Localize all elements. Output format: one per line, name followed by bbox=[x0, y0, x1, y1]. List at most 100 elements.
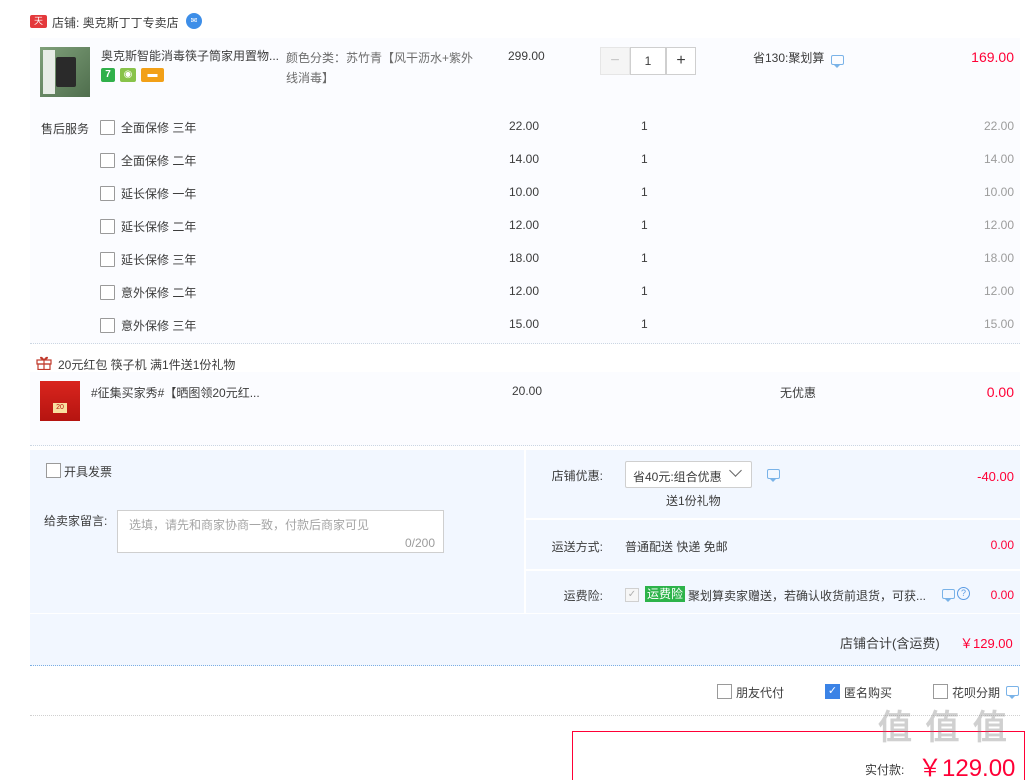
insurance-checkbox: ✓ bbox=[625, 588, 639, 602]
seven-day-return-icon: 7 bbox=[101, 68, 115, 82]
shop-total-label: 店铺合计(含运费) bbox=[840, 636, 940, 651]
service-total: 22.00 bbox=[983, 119, 1014, 133]
service-total: 14.00 bbox=[983, 152, 1014, 166]
message-char-count: 0/200 bbox=[405, 536, 436, 550]
gift-thumbnail[interactable]: 20 bbox=[40, 381, 80, 421]
gift-promo: 无优惠 bbox=[780, 386, 817, 400]
service-name[interactable]: 延长保修 二年 bbox=[121, 218, 196, 235]
divider bbox=[526, 518, 1020, 520]
service-quantity: 1 bbox=[641, 251, 648, 265]
gift-total: 0.00 bbox=[986, 384, 1014, 400]
service-quantity: 1 bbox=[641, 152, 648, 166]
huabei-checkbox[interactable] bbox=[933, 684, 948, 699]
service-total: 12.00 bbox=[983, 218, 1014, 232]
gift-title-link[interactable]: #征集买家秀#【晒图领20元红... bbox=[91, 384, 266, 401]
service-name[interactable]: 意外保修 二年 bbox=[121, 284, 196, 301]
wangwang-chat-icon[interactable]: ✉ bbox=[186, 13, 202, 29]
service-price: 12.00 bbox=[509, 218, 540, 232]
service-name[interactable]: 延长保修 一年 bbox=[121, 185, 196, 202]
service-quantity: 1 bbox=[641, 317, 648, 331]
service-quantity: 1 bbox=[641, 119, 648, 133]
service-price: 14.00 bbox=[509, 152, 540, 166]
shipping-method: 普通配送 快递 免邮 bbox=[625, 540, 728, 554]
product-thumbnail[interactable] bbox=[40, 47, 90, 97]
service-quantity: 1 bbox=[641, 185, 648, 199]
service-checkbox[interactable] bbox=[100, 252, 115, 267]
watermark: 值 值 值 bbox=[878, 709, 1009, 747]
service-row: 延长保修 一年 10.00 1 10.00 bbox=[100, 183, 1020, 203]
service-price: 10.00 bbox=[509, 185, 540, 199]
friend-pay-label[interactable]: 朋友代付 bbox=[736, 684, 784, 701]
service-row: 意外保修 二年 12.00 1 12.00 bbox=[100, 282, 1020, 302]
item-sku: 颜色分类：苏竹青【风干沥水+紫外线消毒】 bbox=[286, 51, 474, 85]
service-checkbox[interactable] bbox=[100, 318, 115, 333]
item-subtotal: 169.00 bbox=[971, 49, 1014, 65]
payment-label: 实付款: bbox=[865, 763, 905, 777]
gift-headline: 20元红包 筷子机 满1件送1份礼物 bbox=[58, 358, 236, 372]
anonymous-label[interactable]: 匿名购买 bbox=[844, 684, 892, 701]
gift-icon bbox=[36, 356, 52, 370]
item-title-link[interactable]: 奥克斯智能消毒筷子筒家用置物... bbox=[101, 48, 283, 64]
service-price: 18.00 bbox=[509, 251, 540, 265]
item-unit-price: 299.00 bbox=[508, 49, 545, 63]
message-label: 给卖家留言: bbox=[44, 514, 108, 528]
service-quantity: 1 bbox=[641, 218, 648, 232]
credit-card-icon: ▬ bbox=[141, 68, 164, 82]
shipping-label: 运送方式: bbox=[551, 540, 603, 554]
service-checkbox[interactable] bbox=[100, 219, 115, 234]
tmall-badge-icon: 天猫 bbox=[30, 15, 47, 39]
service-price: 15.00 bbox=[509, 317, 540, 331]
seller-message-placeholder: 选填，请先和商家协商一致，付款后商家可见 bbox=[129, 518, 370, 532]
service-row: 全面保修 三年 22.00 1 22.00 bbox=[100, 117, 1020, 137]
divider bbox=[526, 569, 1020, 571]
service-total: 18.00 bbox=[983, 251, 1014, 265]
service-row: 意外保修 三年 15.00 1 15.00 bbox=[100, 315, 1020, 335]
huabei-label[interactable]: 花呗分期 bbox=[952, 684, 1000, 701]
service-checkbox[interactable] bbox=[100, 285, 115, 300]
service-price: 22.00 bbox=[509, 119, 540, 133]
service-price: 12.00 bbox=[509, 284, 540, 298]
quantity-decrease-button[interactable]: − bbox=[600, 47, 630, 75]
insurance-fee: 0.00 bbox=[990, 588, 1014, 602]
shop-total-value: ￥129.00 bbox=[960, 636, 1013, 651]
divider bbox=[30, 715, 1020, 716]
service-row: 延长保修 二年 12.00 1 12.00 bbox=[100, 216, 1020, 236]
friend-pay-checkbox[interactable] bbox=[717, 684, 732, 699]
shop-discount-selected[interactable]: 省40元:组合优惠 bbox=[633, 468, 722, 485]
insurance-label: 运费险: bbox=[563, 589, 603, 603]
chat-bubble-icon[interactable] bbox=[1006, 686, 1019, 699]
service-name[interactable]: 全面保修 二年 bbox=[121, 152, 196, 169]
guarantee-icon: ◉ bbox=[120, 68, 136, 82]
service-row: 全面保修 二年 14.00 1 14.00 bbox=[100, 150, 1020, 170]
gift-price: 20.00 bbox=[512, 384, 543, 398]
service-total: 12.00 bbox=[983, 284, 1014, 298]
invoice-checkbox[interactable] bbox=[46, 463, 61, 478]
anonymous-checkbox[interactable]: ✓ bbox=[825, 684, 840, 699]
services-title: 售后服务 bbox=[41, 122, 90, 136]
service-quantity: 1 bbox=[641, 284, 648, 298]
service-name[interactable]: 全面保修 三年 bbox=[121, 119, 196, 136]
service-checkbox[interactable] bbox=[100, 186, 115, 201]
payment-value: ￥129.00 bbox=[918, 755, 1016, 780]
insurance-description: 聚划算卖家赠送，若确认收货前退货，可获... bbox=[688, 589, 927, 603]
service-row: 延长保修 三年 18.00 1 18.00 bbox=[100, 249, 1020, 269]
shop-discount-label: 店铺优惠: bbox=[551, 469, 603, 483]
shipping-fee: 0.00 bbox=[990, 538, 1014, 552]
item-promo: 省130:聚划算 bbox=[753, 51, 825, 65]
service-total: 10.00 bbox=[983, 185, 1014, 199]
gift-thumbnail-coin: 20 bbox=[53, 403, 67, 413]
service-checkbox[interactable] bbox=[100, 153, 115, 168]
chat-bubble-icon[interactable] bbox=[831, 55, 844, 68]
quantity-increase-button[interactable]: + bbox=[666, 47, 696, 75]
chat-bubble-icon[interactable] bbox=[767, 469, 780, 482]
quantity-input[interactable]: 1 bbox=[630, 47, 666, 75]
service-name[interactable]: 意外保修 三年 bbox=[121, 317, 196, 334]
service-total: 15.00 bbox=[983, 317, 1014, 331]
shop-discount-gift: 送1份礼物 bbox=[666, 494, 721, 508]
invoice-label[interactable]: 开具发票 bbox=[64, 463, 112, 480]
service-checkbox[interactable] bbox=[100, 120, 115, 135]
service-name[interactable]: 延长保修 三年 bbox=[121, 251, 196, 268]
shop-discount-value: -40.00 bbox=[977, 469, 1014, 484]
insurance-badge: 运费险 bbox=[645, 586, 686, 602]
shop-name[interactable]: 店铺: 奥克斯丁丁专卖店 bbox=[52, 14, 179, 31]
